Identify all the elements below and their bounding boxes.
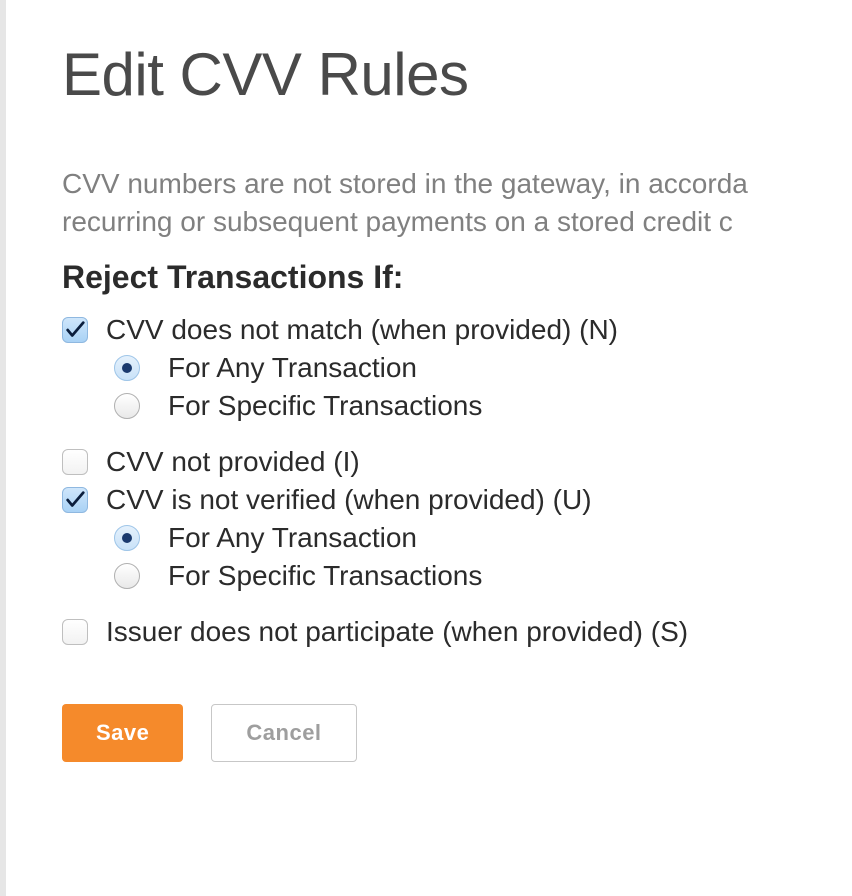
radio-u-specific[interactable] [114, 563, 140, 589]
rule-n-option-any: For Any Transaction [114, 352, 852, 384]
intro-text: CVV numbers are not stored in the gatewa… [62, 165, 852, 241]
rule-u-option-any: For Any Transaction [114, 522, 852, 554]
checkmark-icon [64, 489, 86, 511]
cancel-button[interactable]: Cancel [211, 704, 356, 762]
checkbox-issuer-not-participate[interactable] [62, 619, 88, 645]
radio-label-n-specific: For Specific Transactions [168, 390, 482, 422]
rule-label-cvv-not-provided: CVV not provided (I) [106, 446, 360, 478]
checkmark-icon [64, 319, 86, 341]
rule-label-cvv-not-match: CVV does not match (when provided) (N) [106, 314, 618, 346]
intro-line-1: CVV numbers are not stored in the gatewa… [62, 165, 852, 203]
window-left-edge [0, 0, 6, 896]
button-row: Save Cancel [62, 704, 852, 762]
radio-dot-icon [122, 363, 132, 373]
checkbox-cvv-not-verified[interactable] [62, 487, 88, 513]
save-button[interactable]: Save [62, 704, 183, 762]
radio-label-u-specific: For Specific Transactions [168, 560, 482, 592]
checkbox-cvv-not-match[interactable] [62, 317, 88, 343]
rule-cvv-not-provided: CVV not provided (I) [62, 446, 852, 478]
rule-u-option-specific: For Specific Transactions [114, 560, 852, 592]
radio-u-any[interactable] [114, 525, 140, 551]
rule-cvv-not-verified: CVV is not verified (when provided) (U) [62, 484, 852, 516]
edit-cvv-rules-page: Edit CVV Rules CVV numbers are not store… [0, 0, 852, 762]
rule-n-option-specific: For Specific Transactions [114, 390, 852, 422]
checkbox-cvv-not-provided[interactable] [62, 449, 88, 475]
radio-n-any[interactable] [114, 355, 140, 381]
page-title: Edit CVV Rules [62, 40, 852, 109]
rule-cvv-not-match: CVV does not match (when provided) (N) [62, 314, 852, 346]
rule-label-issuer-not-participate: Issuer does not participate (when provid… [106, 616, 688, 648]
rule-u-options: For Any Transaction For Specific Transac… [114, 522, 852, 592]
radio-label-n-any: For Any Transaction [168, 352, 417, 384]
radio-label-u-any: For Any Transaction [168, 522, 417, 554]
rule-issuer-not-participate: Issuer does not participate (when provid… [62, 616, 852, 648]
intro-line-2: recurring or subsequent payments on a st… [62, 203, 852, 241]
rule-label-cvv-not-verified: CVV is not verified (when provided) (U) [106, 484, 592, 516]
radio-n-specific[interactable] [114, 393, 140, 419]
rule-n-options: For Any Transaction For Specific Transac… [114, 352, 852, 422]
radio-dot-icon [122, 533, 132, 543]
reject-transactions-heading: Reject Transactions If: [62, 259, 852, 296]
